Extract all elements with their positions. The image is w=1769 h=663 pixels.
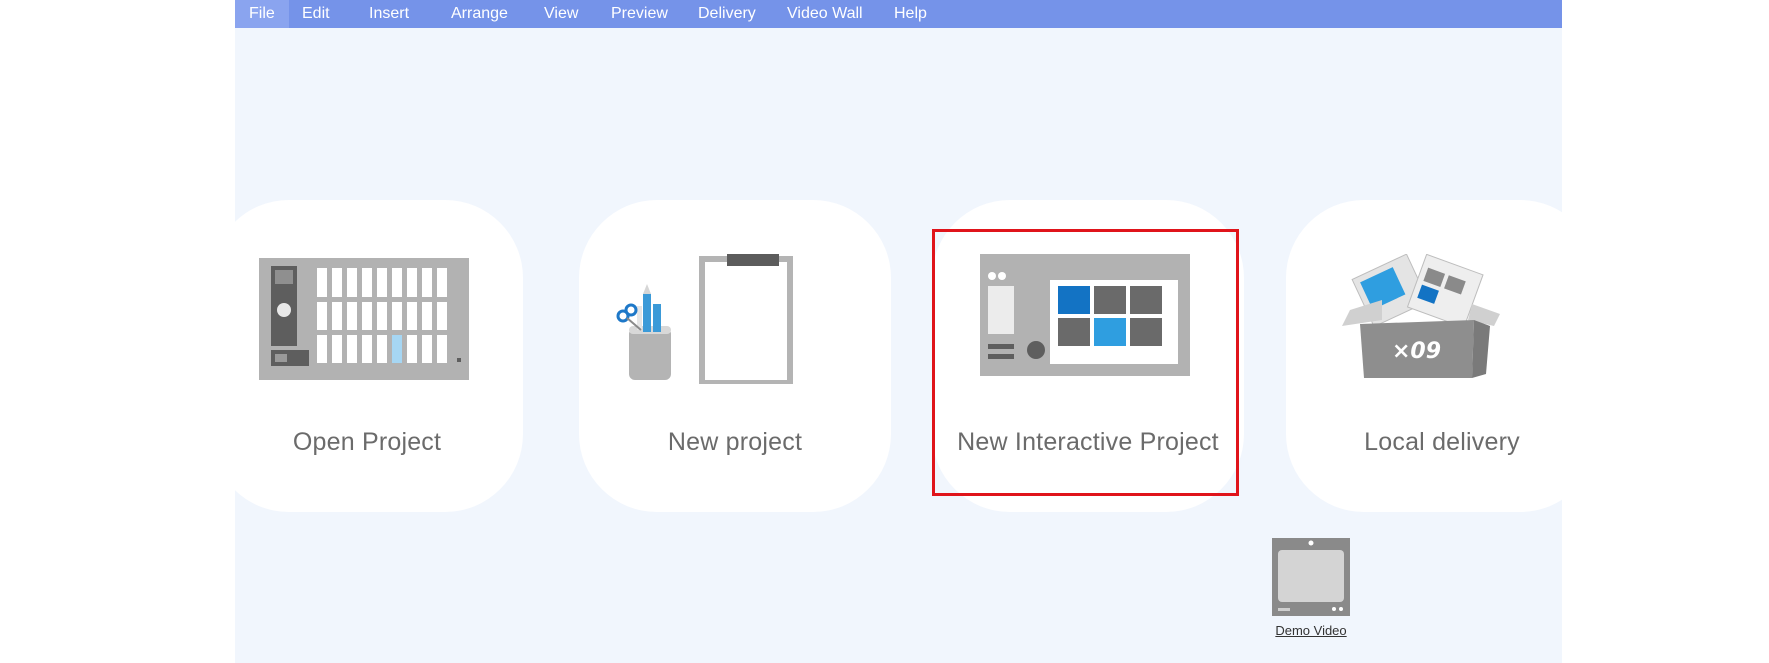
menu-file[interactable]: File	[235, 0, 289, 28]
new-project-card[interactable]: New project	[579, 200, 891, 512]
new-project-label: New project	[667, 428, 803, 456]
open-project-label: Open Project	[292, 428, 442, 456]
demo-video-label[interactable]: Demo Video	[1255, 623, 1367, 638]
app-window: File Edit Insert Arrange View Preview De…	[235, 0, 1562, 663]
menu-delivery[interactable]: Delivery	[684, 0, 770, 28]
new-interactive-project-label: New Interactive Project	[957, 428, 1219, 456]
menu-bar: File Edit Insert Arrange View Preview De…	[235, 0, 1562, 28]
local-delivery-label: Local delivery	[1364, 428, 1520, 456]
menu-insert[interactable]: Insert	[355, 0, 423, 28]
menu-view[interactable]: View	[530, 0, 592, 28]
new-interactive-project-card[interactable]: New Interactive Project	[932, 200, 1244, 512]
clipboard-icon	[616, 254, 793, 384]
open-project-card[interactable]: Open Project	[235, 200, 523, 512]
local-delivery-card[interactable]: ×09 Local delivery	[1286, 200, 1562, 512]
video-screen-icon	[1272, 538, 1350, 616]
svg-text:×09: ×09	[1392, 339, 1441, 364]
interactive-layout-icon	[980, 254, 1190, 376]
menu-video-wall[interactable]: Video Wall	[773, 0, 877, 28]
project-grid-icon	[259, 258, 469, 380]
demo-video-link[interactable]: Demo Video	[1255, 538, 1350, 643]
menu-preview[interactable]: Preview	[597, 0, 682, 28]
menu-arrange[interactable]: Arrange	[437, 0, 522, 28]
menu-help[interactable]: Help	[880, 0, 941, 28]
menu-edit[interactable]: Edit	[288, 0, 344, 28]
delivery-box-icon: ×09	[1342, 254, 1500, 378]
